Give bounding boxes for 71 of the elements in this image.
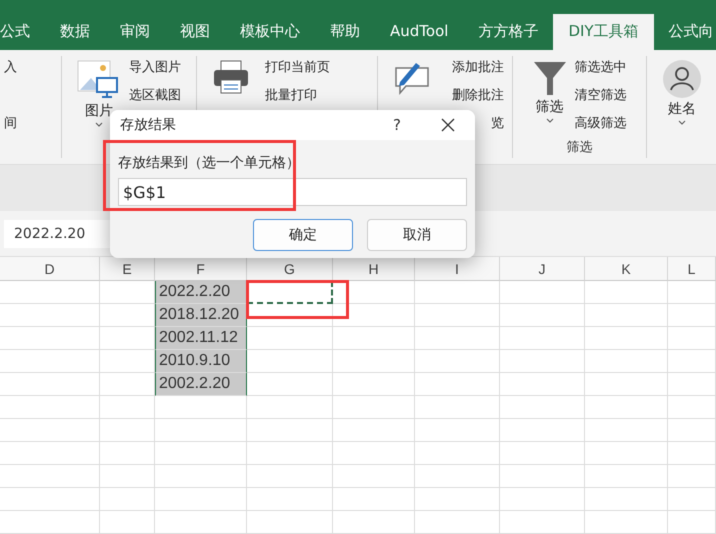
- table-cell: 2022.2.20: [155, 281, 247, 304]
- table-cell: [668, 465, 716, 488]
- printer-icon[interactable]: [213, 60, 249, 94]
- ribbon-tab[interactable]: DIY工具箱: [553, 14, 654, 50]
- column-header[interactable]: L: [668, 257, 716, 281]
- column-header[interactable]: H: [333, 257, 415, 281]
- table-cell: 2018.12.20: [155, 304, 247, 327]
- table-cell: [668, 396, 716, 419]
- caret-icon[interactable]: [678, 120, 686, 125]
- input-field[interactable]: $G$1: [118, 178, 467, 206]
- ribbon-button[interactable]: 图片: [85, 102, 113, 120]
- ribbon-command[interactable]: 批量打印: [265, 86, 330, 106]
- column-header[interactable]: G: [247, 257, 333, 281]
- table-cell: [100, 511, 155, 534]
- column-header[interactable]: D: [0, 257, 100, 281]
- ribbon-button[interactable]: 姓名: [668, 100, 696, 118]
- ribbon-command[interactable]: 选区截图: [129, 86, 181, 106]
- user-avatar-icon[interactable]: [663, 60, 701, 98]
- ribbon-tab[interactable]: 公式向: [654, 14, 716, 50]
- column-header[interactable]: E: [100, 257, 155, 281]
- field-label: 存放结果到（选一个单元格）: [118, 154, 301, 172]
- table-cell: [668, 419, 716, 442]
- ribbon-command[interactable]: 入: [4, 58, 17, 78]
- column-header[interactable]: J: [500, 257, 585, 281]
- caret-icon[interactable]: [95, 122, 103, 127]
- ribbon-button[interactable]: 筛选: [536, 98, 564, 116]
- table-cell: [100, 442, 155, 465]
- ribbon-tab[interactable]: 审阅: [105, 14, 165, 50]
- help-button[interactable]: ?: [393, 116, 401, 134]
- close-icon[interactable]: [441, 118, 455, 132]
- ribbon-tab[interactable]: 帮助: [315, 14, 375, 50]
- ribbon-tab[interactable]: 模板中心: [225, 14, 315, 50]
- ribbon-tab[interactable]: 公式: [0, 14, 45, 50]
- ribbon-command[interactable]: 导入图片: [129, 58, 181, 78]
- ribbon-command[interactable]: 高级筛选: [574, 114, 626, 134]
- column-header[interactable]: K: [585, 257, 668, 281]
- column-header[interactable]: F: [155, 257, 247, 281]
- table-cell: [668, 327, 716, 350]
- table-cell: [668, 373, 716, 396]
- column-header[interactable]: I: [415, 257, 500, 281]
- table-cell: [668, 304, 716, 327]
- ribbon-command[interactable]: 清空筛选: [574, 86, 626, 106]
- ribbon-command[interactable]: 筛选选中: [574, 58, 626, 78]
- ribbon-tab[interactable]: 方方格子: [463, 14, 554, 50]
- filter-icon[interactable]: [532, 60, 566, 96]
- ribbon-command[interactable]: 添加批注: [452, 58, 504, 78]
- table-cell: [100, 419, 155, 442]
- group-caption: 筛选: [566, 139, 592, 157]
- table-cell: [668, 442, 716, 465]
- table-cell: [100, 465, 155, 488]
- table-cell: [668, 350, 716, 373]
- table-cell: [100, 488, 155, 511]
- ribbon-command[interactable]: 删除批注: [452, 86, 504, 106]
- table-cell: [668, 511, 716, 534]
- ribbon-command[interactable]: 打印当前页: [265, 58, 330, 78]
- table-cell: 2002.11.12: [155, 327, 247, 350]
- table-cell: [100, 396, 155, 419]
- ribbon-command[interactable]: 间: [4, 114, 17, 134]
- table-cell: 2010.9.10: [155, 350, 247, 373]
- dialog-title: 存放结果: [120, 116, 177, 134]
- ribbon-command[interactable]: 览: [491, 114, 504, 134]
- ok-button[interactable]: 确定: [253, 219, 353, 251]
- table-cell: [668, 281, 716, 304]
- ribbon-tab[interactable]: AudTool: [375, 14, 464, 50]
- ribbon-tab[interactable]: 数据: [45, 14, 105, 50]
- table-cell: [668, 488, 716, 511]
- cancel-button[interactable]: 取消: [367, 219, 467, 251]
- table-cell: 2002.2.20: [155, 373, 247, 396]
- ribbon-tab[interactable]: 视图: [165, 14, 225, 50]
- caret-icon[interactable]: [546, 118, 554, 123]
- picture-icon[interactable]: [77, 60, 121, 100]
